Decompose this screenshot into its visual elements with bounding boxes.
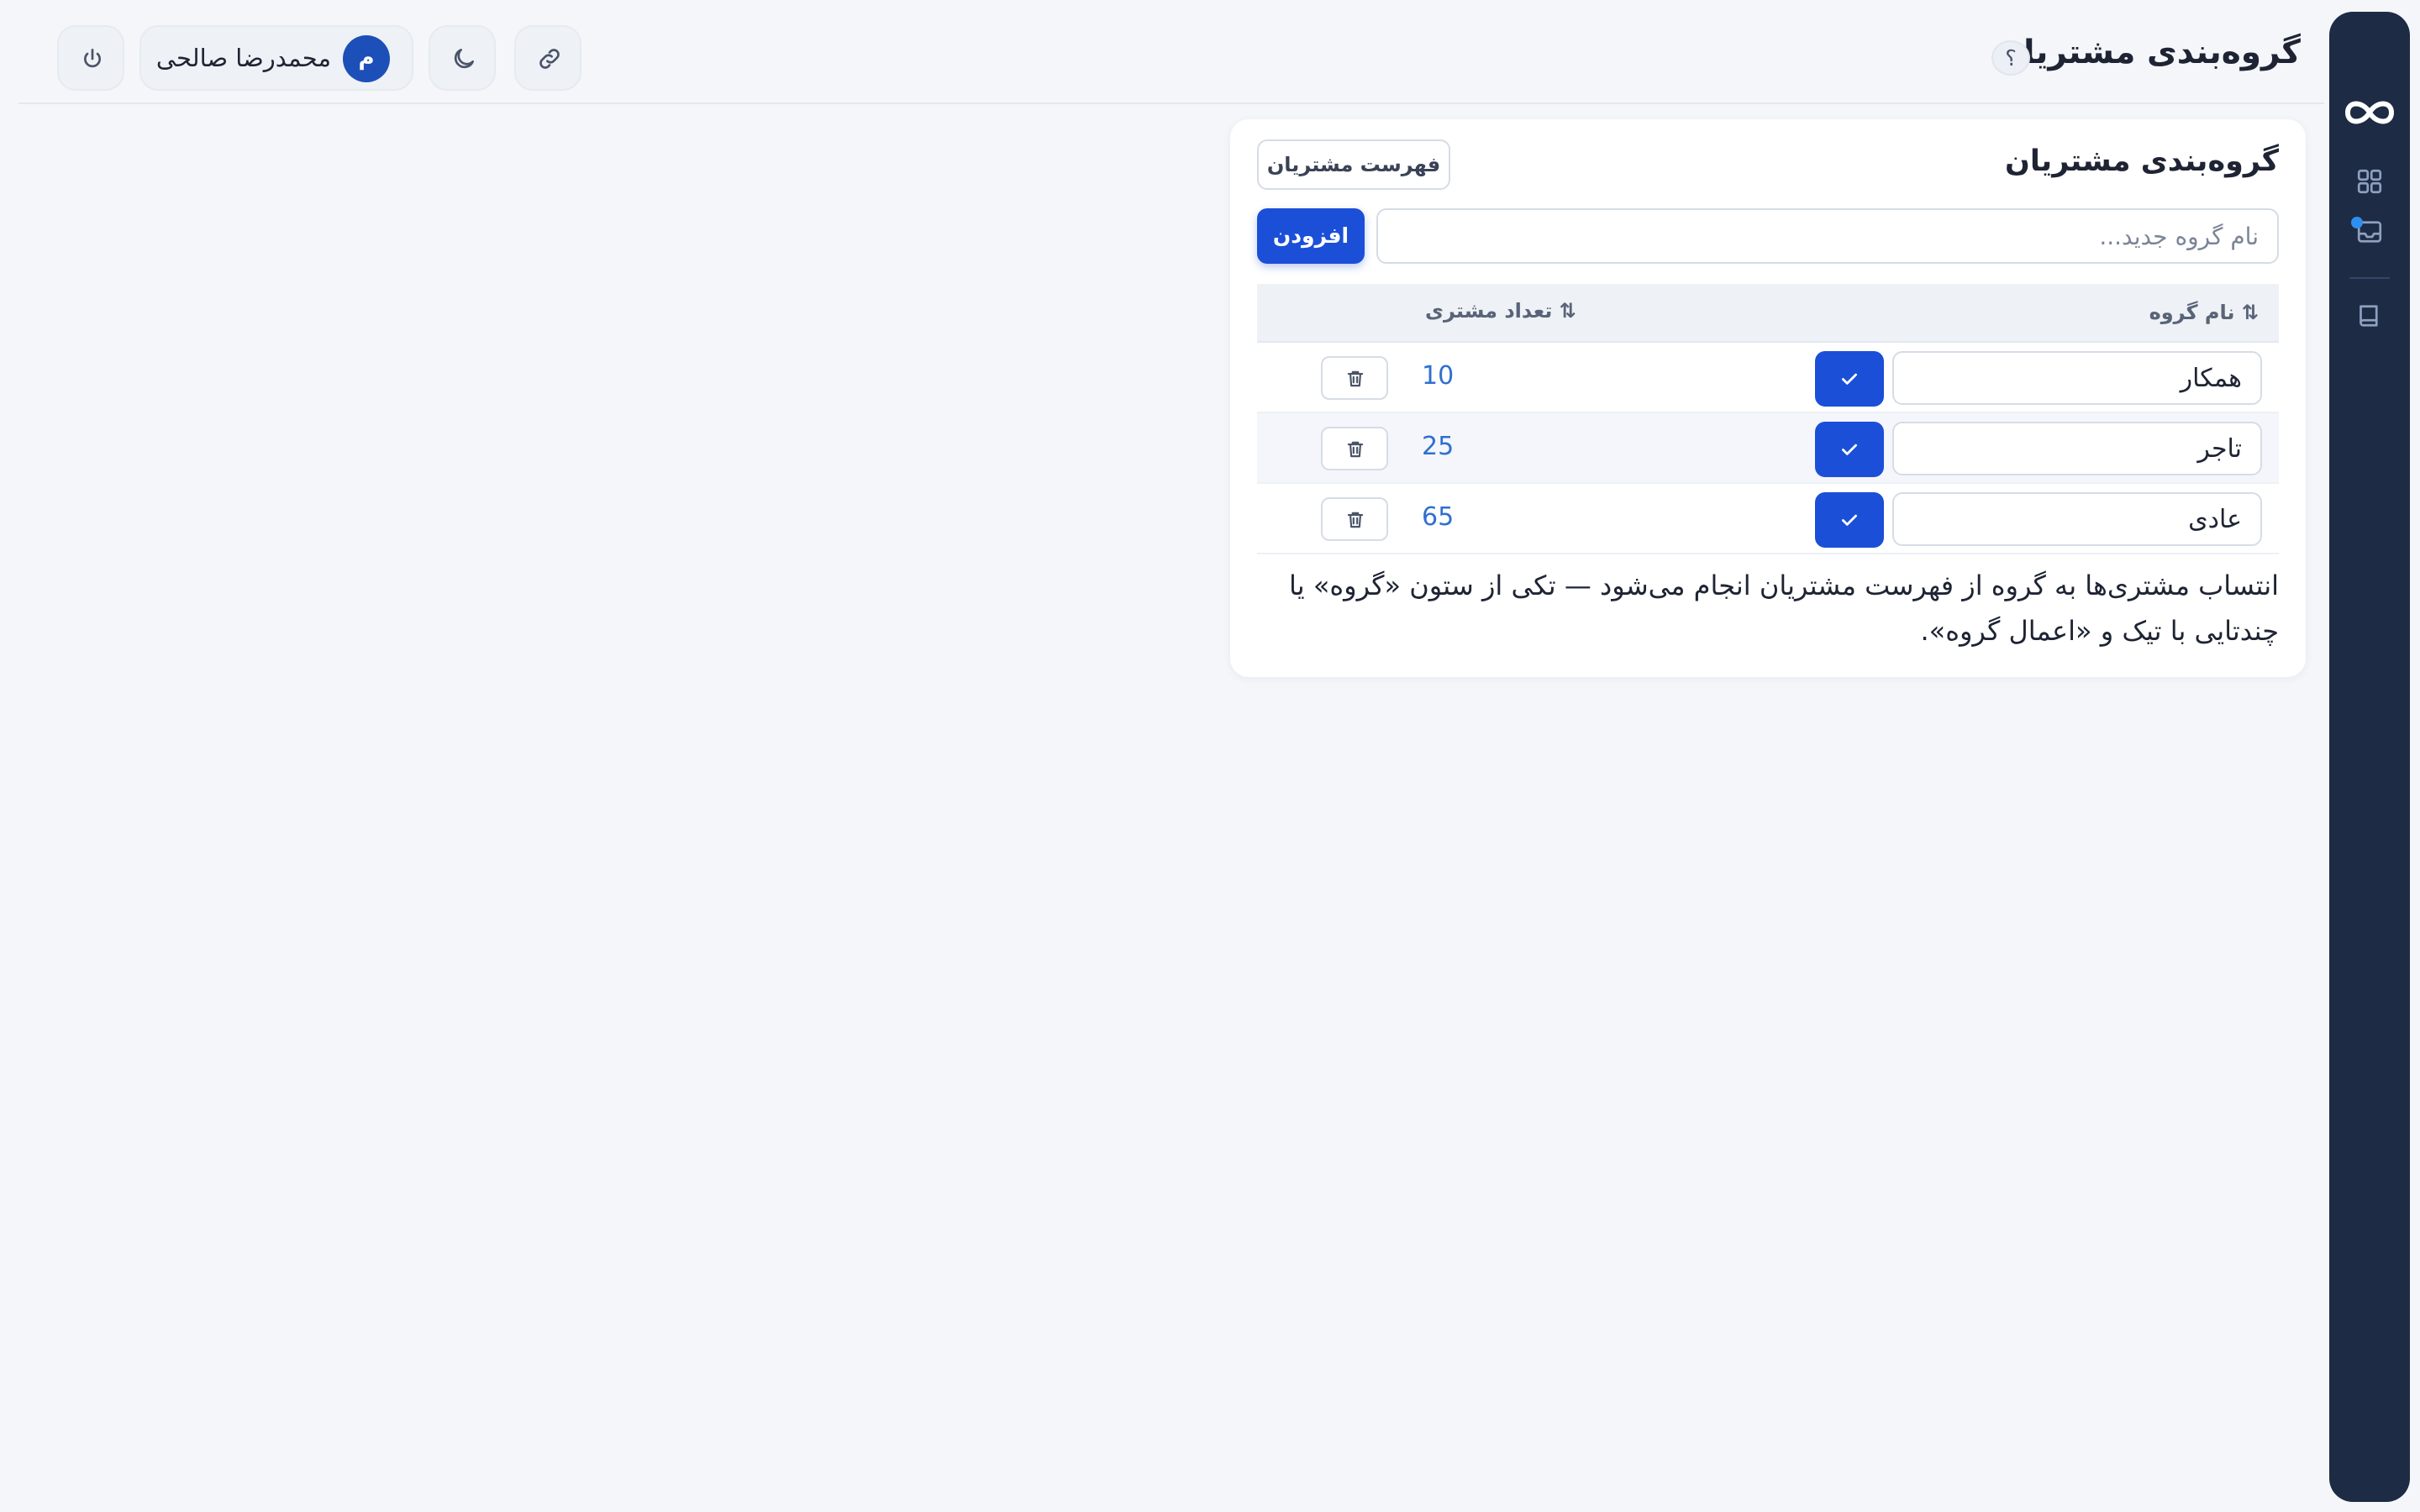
table-row: 10 <box>1257 343 2279 413</box>
groups-table: ⇅ نام گروه ⇅ تعداد مشتری 10 25 <box>1257 284 2279 554</box>
table-header: ⇅ نام گروه ⇅ تعداد مشتری <box>1257 284 2279 343</box>
column-header-customer-count[interactable]: ⇅ تعداد مشتری <box>1425 299 1576 323</box>
delete-group-button[interactable] <box>1321 497 1388 541</box>
save-group-button[interactable] <box>1815 351 1884 407</box>
column-header-group-name[interactable]: ⇅ نام گروه <box>2149 301 2259 324</box>
notification-dot <box>2351 217 2363 228</box>
group-name-input[interactable] <box>1892 351 2262 405</box>
customer-count[interactable]: 25 <box>1422 432 1454 461</box>
infinity-logo-icon[interactable] <box>2343 92 2396 133</box>
top-header: گروه‌بندی مشتریان ؟ م محمدرضا صالحی <box>18 0 2324 104</box>
copy-link-button[interactable] <box>514 25 581 91</box>
check-icon <box>1842 373 1857 385</box>
app-sidebar <box>2329 12 2410 1502</box>
table-row: 65 <box>1257 484 2279 554</box>
trash-icon <box>1347 512 1364 528</box>
logout-button[interactable] <box>57 25 124 91</box>
group-name-input[interactable] <box>1892 492 2262 546</box>
customer-list-button[interactable]: فهرست مشتریان <box>1257 139 1450 190</box>
check-icon <box>1842 444 1857 455</box>
card-title: گروه‌بندی مشتریان <box>2005 144 2279 178</box>
trash-icon <box>1347 441 1364 458</box>
table-row: 25 <box>1257 413 2279 484</box>
customer-groups-card: گروه‌بندی مشتریان فهرست مشتریان افزودن ⇅… <box>1230 119 2306 677</box>
customer-count[interactable]: 10 <box>1422 361 1454 391</box>
save-group-button[interactable] <box>1815 492 1884 548</box>
group-name-input[interactable] <box>1892 422 2262 475</box>
theme-toggle-button[interactable] <box>429 25 496 91</box>
customer-count[interactable]: 65 <box>1422 502 1454 532</box>
save-group-button[interactable] <box>1815 422 1884 477</box>
avatar: م <box>343 35 390 82</box>
page-title: گروه‌بندی مشتریان <box>1995 34 2301 71</box>
new-group-input[interactable] <box>1376 208 2279 264</box>
trash-icon <box>1347 370 1364 387</box>
help-button[interactable]: ؟ <box>1991 40 2030 76</box>
dashboard-grid-icon[interactable] <box>2354 166 2385 197</box>
check-icon <box>1842 514 1857 526</box>
assignment-note: انتساب مشتری‌ها به گروه از فهرست مشتریان… <box>1289 570 2279 647</box>
sidebar-divider <box>2349 277 2390 279</box>
delete-group-button[interactable] <box>1321 356 1388 400</box>
book-icon[interactable] <box>2354 301 2385 331</box>
user-name: محمدرضا صالحی <box>155 44 331 72</box>
add-group-button[interactable]: افزودن <box>1257 208 1365 264</box>
delete-group-button[interactable] <box>1321 427 1388 470</box>
user-menu[interactable]: م محمدرضا صالحی <box>139 25 413 91</box>
